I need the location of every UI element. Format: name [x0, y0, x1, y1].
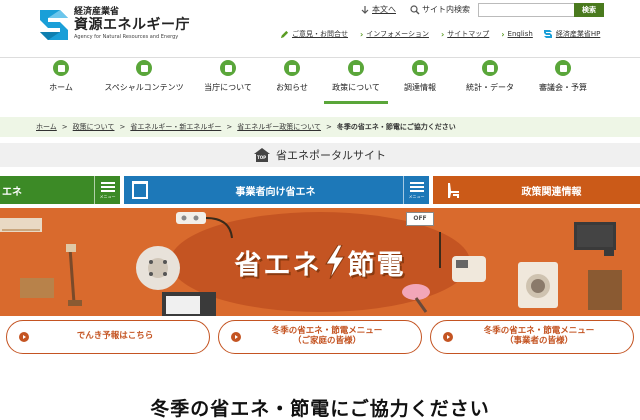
business-saving-menu-button[interactable]: 冬季の省エネ・節電メニュー （事業者の皆様）: [430, 320, 634, 354]
opinion-link-label: ご意見・お問合せ: [292, 30, 348, 38]
search-input[interactable]: [478, 3, 576, 17]
business-saving-menu-sublabel: （事業者の皆様）: [504, 336, 573, 346]
logo-agency-name: 資源エネルギー庁: [74, 17, 190, 33]
chevron-right-icon: ›: [440, 29, 445, 39]
breadcrumb-separator: >: [61, 123, 68, 131]
nav-item-label: ホーム: [49, 83, 73, 92]
site-search-text: サイト内検索: [422, 5, 470, 14]
building-icon: [132, 181, 148, 199]
search-button[interactable]: 検索: [574, 3, 604, 17]
information-link[interactable]: › インフォメーション: [360, 29, 429, 39]
energy-saving-banner: OFF 省エネ 節電: [0, 208, 640, 316]
menu-label: メニュー: [408, 193, 425, 199]
meti-link[interactable]: 経済産業省HP: [543, 29, 601, 39]
tab-business-label: 事業者向け省エネ: [235, 186, 316, 198]
chevron-right-icon: ›: [501, 29, 505, 39]
nav-item-label: 当庁について: [204, 83, 252, 92]
agency-logo-icon: [40, 10, 68, 40]
breadcrumb: ホーム > 政策について > 省エネルギー・新エネルギー > 省エネルギー政策に…: [0, 117, 640, 137]
nav-item-council[interactable]: 審議会・予算: [528, 58, 598, 106]
breadcrumb-link[interactable]: 省エネルギー・新エネルギー: [130, 122, 221, 132]
page-title: 冬季の省エネ・節電にご協力ください: [150, 398, 490, 420]
chevron-right-icon: ›: [360, 29, 364, 39]
document-icon: [348, 60, 364, 76]
pencil-icon: [280, 30, 289, 38]
nav-item-label: 政策について: [332, 83, 380, 92]
breadcrumb-link[interactable]: 政策について: [73, 122, 115, 132]
chair-icon: [448, 183, 459, 198]
site-search-label: サイト内検索: [410, 4, 470, 15]
portal-title: 省エネポータルサイト: [276, 149, 386, 162]
building-icon: [220, 60, 236, 76]
nav-item-label: 統計・データ: [466, 83, 514, 92]
breadcrumb-link[interactable]: 省エネルギー政策について: [237, 122, 321, 132]
nav-item-label: お知らせ: [276, 83, 308, 92]
home-top-icon: TOP: [254, 148, 270, 162]
tab-household-label: エネ: [2, 186, 22, 198]
portal-title-bar[interactable]: TOP 省エネポータルサイト: [0, 143, 640, 167]
nav-item-label: スペシャルコンテンツ: [104, 83, 184, 92]
lightning-bolt-icon: [324, 245, 345, 279]
breadcrumb-link[interactable]: ホーム: [36, 122, 57, 132]
nav-item-procurement[interactable]: 調達情報: [388, 58, 452, 106]
business-menu-button[interactable]: メニュー: [403, 176, 429, 204]
sitemap-link[interactable]: › サイトマップ: [441, 29, 489, 39]
skip-to-content-link[interactable]: 本文へ: [360, 4, 396, 15]
star-icon: [136, 60, 152, 76]
arrow-down-icon: [361, 5, 369, 14]
global-nav: ホーム スペシャルコンテンツ 当庁について お知らせ 政策について 調達情報 統…: [0, 57, 640, 105]
household-saving-menu-sublabel: （ご家庭の皆様）: [292, 336, 361, 346]
breadcrumb-separator: >: [119, 123, 126, 131]
agency-logo[interactable]: 経済産業省 資源エネルギー庁 Agency for Natural Resour…: [38, 8, 190, 42]
logo-ministry-name: 経済産業省: [74, 7, 120, 17]
electricity-forecast-label: でんき予報はこちら: [76, 331, 154, 342]
nav-item-special[interactable]: スペシャルコンテンツ: [92, 58, 196, 106]
household-menu-button[interactable]: メニュー: [94, 176, 120, 204]
nav-item-about[interactable]: 当庁について: [196, 58, 260, 106]
breadcrumb-separator: >: [226, 123, 233, 131]
tab-policy[interactable]: 政策関連情報: [433, 176, 640, 204]
arrow-right-circle-icon: [443, 332, 453, 342]
megaphone-icon: [284, 60, 300, 76]
bar-chart-icon: [482, 60, 498, 76]
tab-policy-label: 政策関連情報: [521, 186, 582, 198]
arrow-right-circle-icon: [19, 332, 29, 342]
nav-item-policy[interactable]: 政策について: [324, 58, 388, 106]
search-icon: [410, 4, 420, 14]
english-link[interactable]: › English: [501, 30, 533, 39]
tab-business[interactable]: 事業者向け省エネ メニュー: [124, 176, 429, 204]
nav-item-label: 審議会・予算: [539, 83, 587, 92]
nav-item-statistics[interactable]: 統計・データ: [452, 58, 528, 106]
opinion-link[interactable]: ご意見・お問合せ: [280, 29, 348, 39]
nav-item-news[interactable]: お知らせ: [260, 58, 324, 106]
skip-to-content-label: 本文へ: [372, 5, 396, 14]
banner-title-left: 省エネ: [234, 249, 322, 281]
logo-english-name: Agency for Natural Resources and Energy: [74, 34, 179, 40]
home-icon: [53, 60, 69, 76]
home-top-icon-text: TOP: [257, 155, 267, 160]
electricity-forecast-button[interactable]: でんき予報はこちら: [6, 320, 210, 354]
menu-label: メニュー: [99, 193, 116, 199]
meti-logo-icon: [543, 30, 552, 38]
envelope-icon: [412, 60, 428, 76]
meti-link-label: 経済産業省HP: [555, 30, 601, 38]
site-header: 経済産業省 資源エネルギー庁 Agency for Natural Resour…: [0, 0, 640, 56]
arrow-right-circle-icon: [231, 332, 241, 342]
breadcrumb-current: 冬季の省エネ・節電にご協力ください: [336, 123, 456, 131]
household-saving-menu-button[interactable]: 冬季の省エネ・節電メニュー （ご家庭の皆様）: [218, 320, 422, 354]
sitemap-link-label: サイトマップ: [447, 30, 490, 38]
english-link-label: English: [507, 30, 533, 38]
pen-icon: [555, 60, 571, 76]
banner-title-right: 節電: [347, 249, 406, 281]
information-link-label: インフォメーション: [366, 30, 429, 38]
banner-title: 省エネ 節電: [0, 208, 640, 316]
tab-household[interactable]: エネ メニュー: [0, 176, 120, 204]
nav-item-home[interactable]: ホーム: [30, 58, 92, 106]
breadcrumb-separator: >: [326, 123, 332, 131]
nav-item-label: 調達情報: [404, 83, 436, 92]
